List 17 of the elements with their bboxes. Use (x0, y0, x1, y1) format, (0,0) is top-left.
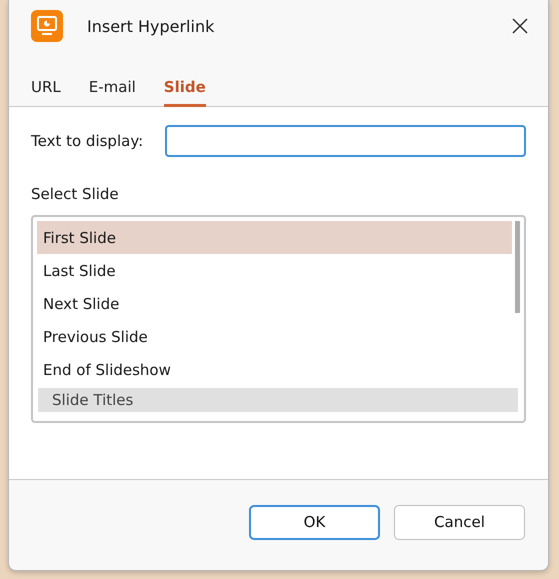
group-header[interactable]: Slide Titles (38, 388, 518, 412)
presentation-icon (31, 10, 63, 42)
list-item[interactable]: Next Slide (37, 287, 512, 320)
field-label: Text to display: (31, 132, 144, 150)
scrollbar-thumb[interactable] (515, 221, 520, 313)
cancel-button[interactable]: Cancel (394, 504, 525, 540)
text-input-field[interactable] (165, 125, 526, 157)
ok-button[interactable]: OK (249, 504, 380, 540)
list-item[interactable]: End of Slideshow (37, 353, 512, 386)
list-item[interactable]: Last Slide (37, 254, 512, 287)
close-icon (512, 18, 528, 34)
section-label: Select Slide (31, 185, 120, 203)
list-item[interactable]: First Slide (37, 221, 512, 254)
tab[interactable]: E-mail (88, 78, 136, 107)
list-item[interactable]: Previous Slide (37, 320, 512, 353)
window-title: Insert Hyperlink (87, 16, 216, 36)
tab[interactable]: URL (31, 78, 61, 107)
